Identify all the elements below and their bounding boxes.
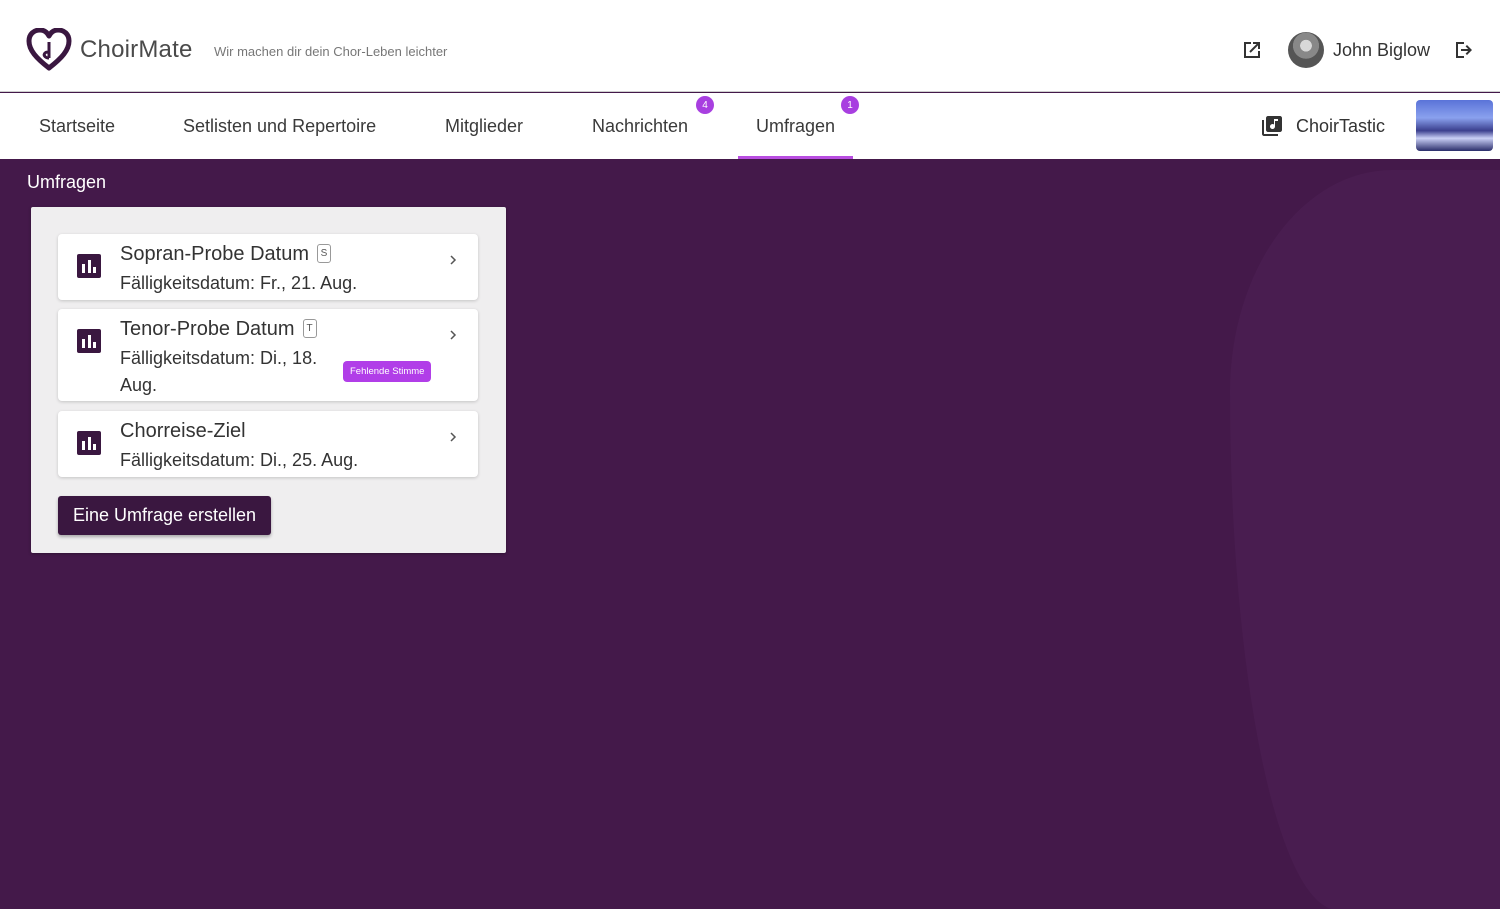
poll-card[interactable]: Chorreise-Ziel Fälligkeitsdatum: Di., 25…	[58, 411, 478, 477]
polls-panel: Sopran-Probe Datum S Fälligkeitsdatum: Fr…	[31, 207, 506, 553]
heart-logo-icon[interactable]	[26, 28, 72, 72]
chevron-right-icon	[450, 330, 457, 340]
chevron-right-icon	[450, 432, 457, 442]
page-title: Umfragen	[27, 172, 107, 192]
app-tagline: Wir machen dir dein Chor-Leben leichter	[214, 44, 448, 59]
choir-image[interactable]	[1416, 100, 1493, 151]
tab-label: Startseite	[39, 115, 116, 136]
tab-umfragen[interactable]: Umfragen 1	[737, 93, 859, 159]
voice-tag: S	[316, 244, 331, 263]
poll-title: Tenor-Probe Datum T	[120, 318, 317, 341]
external-link-icon[interactable]	[1240, 38, 1264, 62]
poll-chart-icon	[77, 329, 101, 353]
tab-label: Nachrichten	[592, 115, 689, 136]
poll-card[interactable]: Sopran-Probe Datum S Fälligkeitsdatum: Fr…	[58, 234, 478, 300]
poll-chart-icon	[77, 431, 101, 455]
poll-title: Chorreise-Ziel	[120, 420, 246, 442]
poll-due-date: Fälligkeitsdatum: Di., 18. Aug.	[120, 348, 318, 395]
choir-name[interactable]: ChoirTastic	[1296, 116, 1385, 137]
tab-setlisten[interactable]: Setlisten und Repertoire	[183, 93, 376, 159]
user-name[interactable]: John Biglow	[1333, 40, 1430, 61]
tab-label: Umfragen	[756, 115, 836, 136]
chevron-right-icon	[450, 255, 457, 265]
app-name: ChoirMate	[80, 36, 193, 63]
status-badge: Fehlende Stimme	[343, 361, 432, 382]
open-polls-badge: 1	[841, 96, 859, 114]
poll-due-date: Fälligkeitsdatum: Di., 25. Aug.	[120, 450, 359, 470]
avatar[interactable]	[1288, 32, 1324, 68]
unread-count-badge: 4	[696, 96, 714, 114]
main-nav: Startseite Setlisten und Repertoire Mitg…	[0, 93, 1500, 159]
tab-startseite[interactable]: Startseite	[39, 93, 115, 159]
create-poll-button[interactable]: Eine Umfrage erstellen	[58, 496, 271, 535]
logout-icon[interactable]	[1452, 38, 1476, 62]
poll-title: Sopran-Probe Datum S	[120, 243, 331, 266]
app-header: ChoirMate Wir machen dir dein Chor-Leben…	[0, 0, 1500, 92]
poll-due-date: Fälligkeitsdatum: Fr., 21. Aug.	[120, 273, 358, 293]
tab-nachrichten[interactable]: Nachrichten 4	[592, 93, 714, 159]
library-music-icon	[1262, 116, 1282, 136]
poll-chart-icon	[77, 254, 101, 278]
background-decoration	[1230, 170, 1500, 909]
poll-card[interactable]: Tenor-Probe Datum T Fälligkeitsdatum: Di.…	[58, 309, 478, 401]
tab-label: Mitglieder	[445, 115, 524, 136]
tab-mitglieder[interactable]: Mitglieder	[445, 93, 523, 159]
tab-label: Setlisten und Repertoire	[183, 115, 377, 136]
voice-tag: T	[302, 319, 317, 338]
